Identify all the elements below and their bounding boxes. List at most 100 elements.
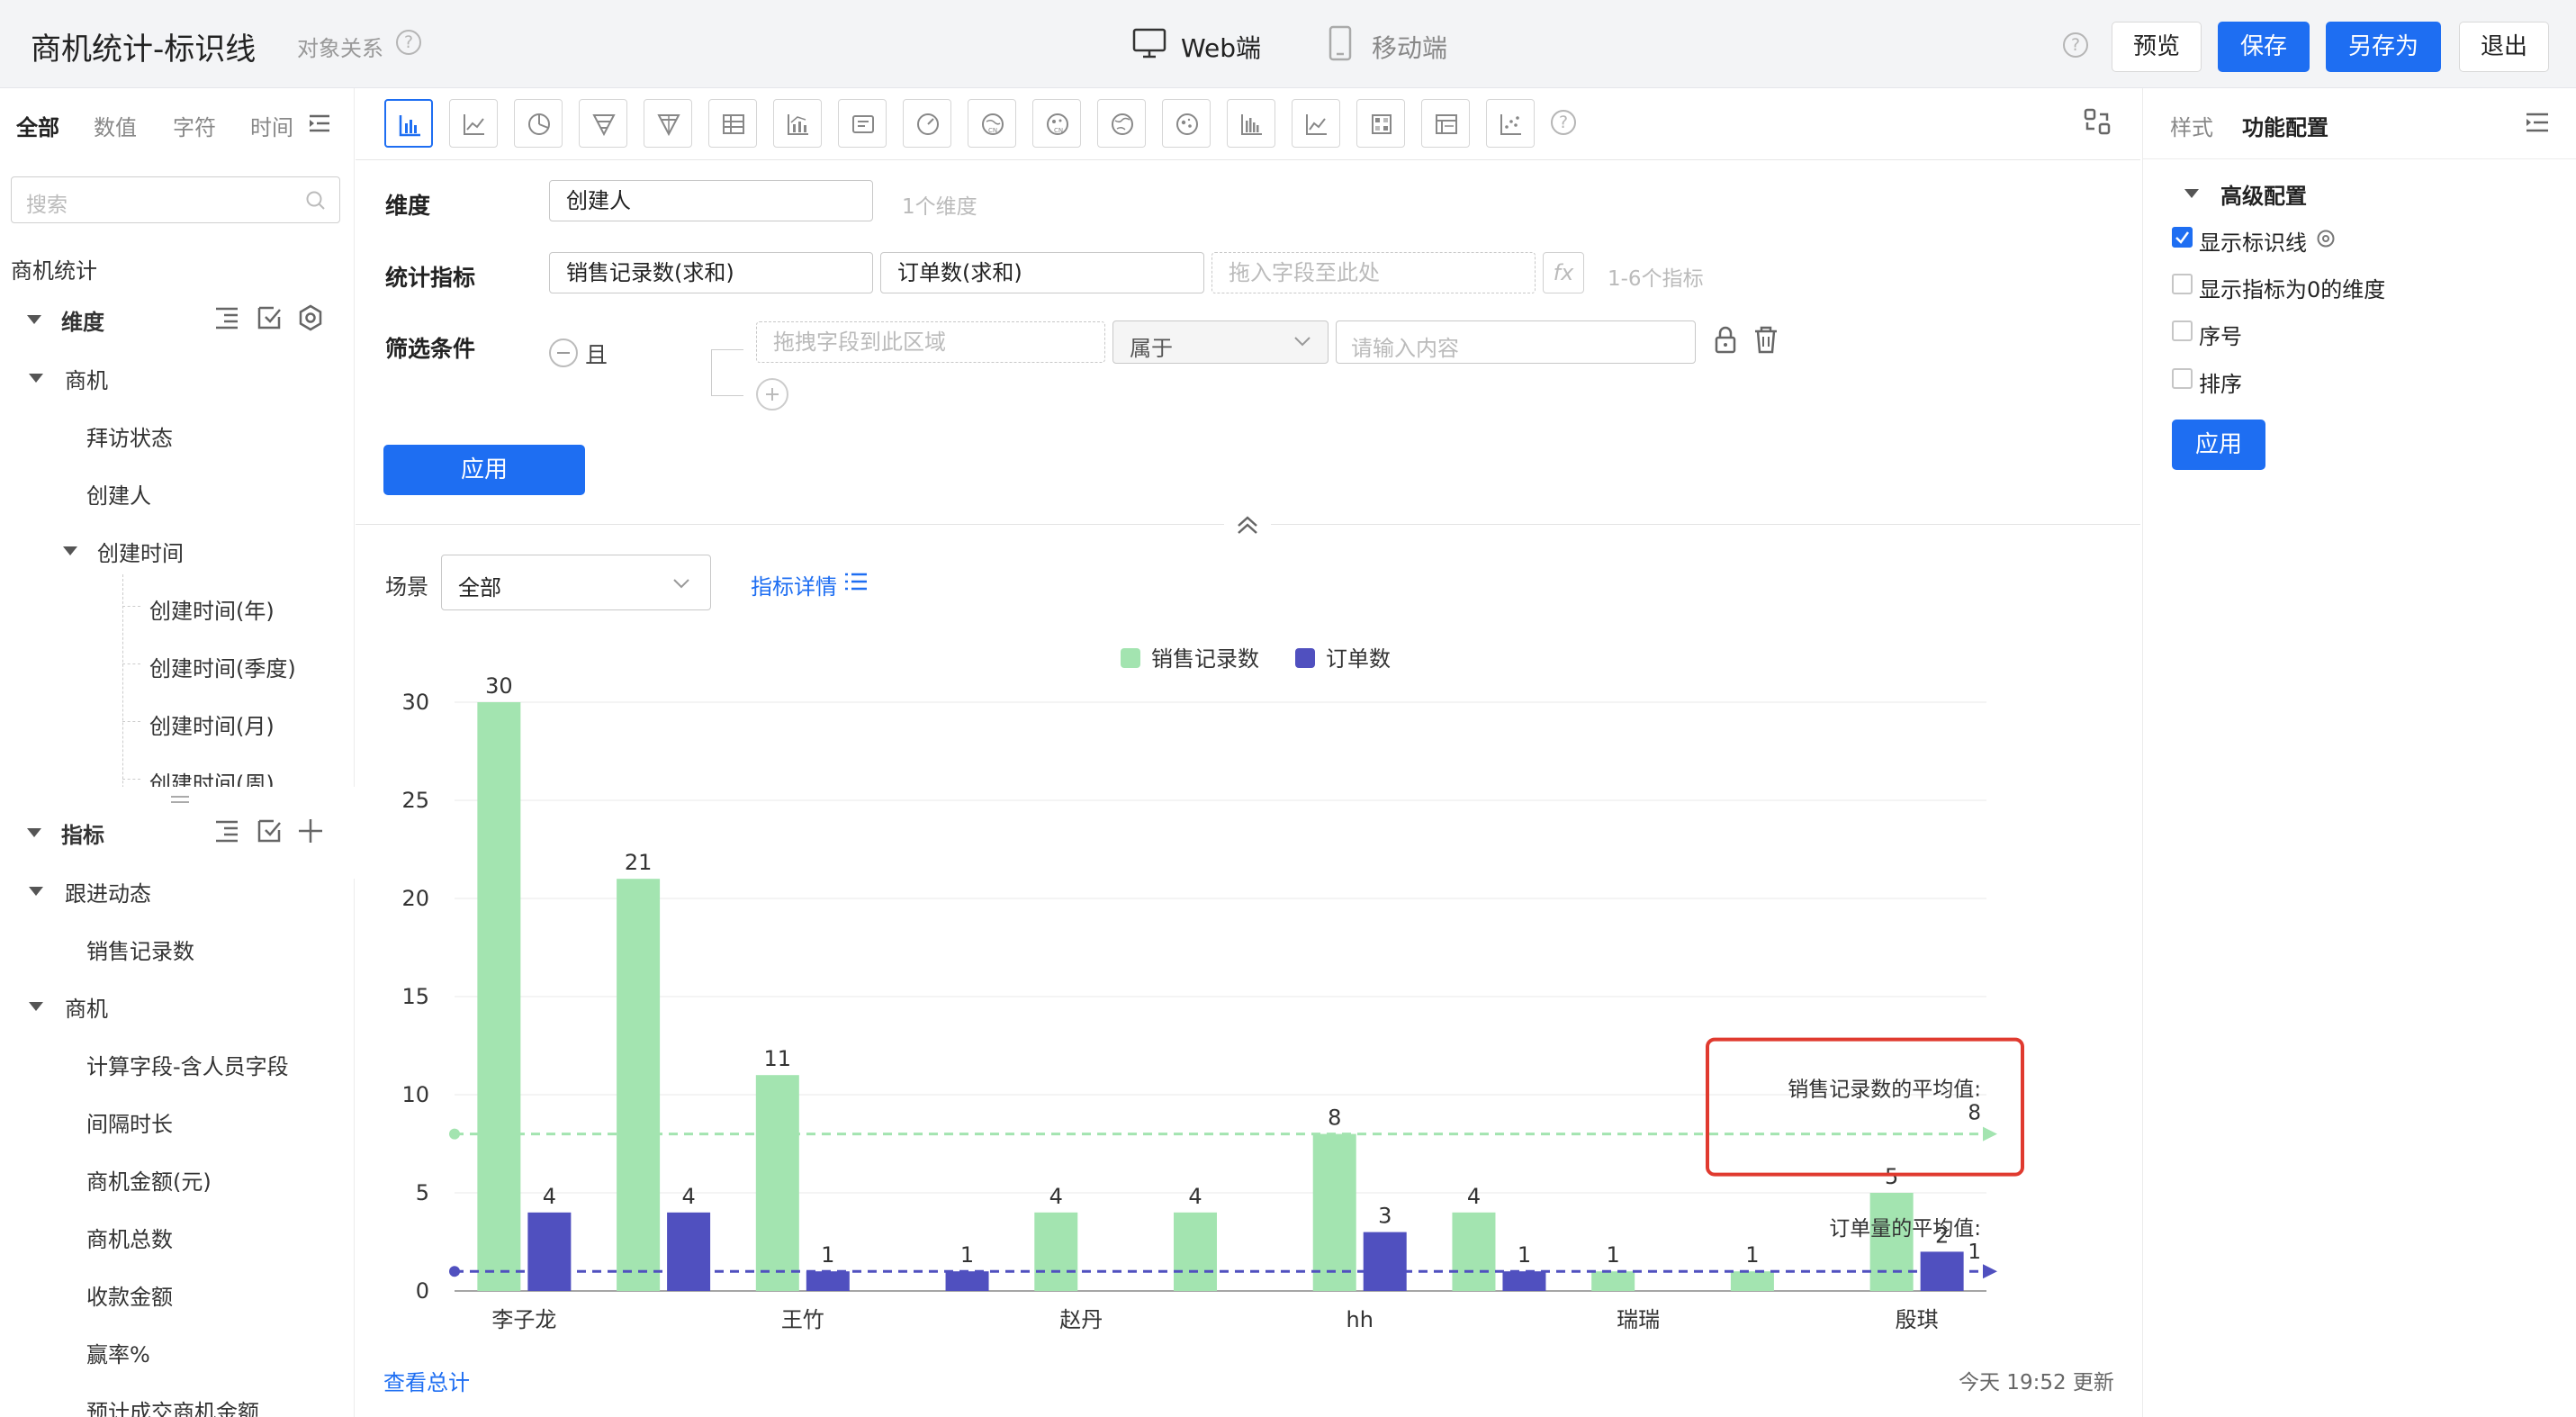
switch-layout-icon[interactable] [2084,108,2111,135]
bar-sales-records[interactable] [1174,1212,1217,1291]
field-item[interactable]: 销售记录数 [86,934,194,965]
field-item[interactable]: 拜访状态 [86,420,173,452]
checkbox-sort[interactable] [2172,368,2193,389]
area-chart-icon[interactable] [1292,99,1340,148]
legend-swatch[interactable] [1295,648,1315,668]
collapse-up-icon[interactable] [1224,511,1271,538]
collapse-caret-icon[interactable] [29,374,43,383]
remove-circle-icon[interactable] [549,338,578,367]
bar-sales-records[interactable] [1312,1133,1356,1291]
preview-button[interactable]: 预览 [2112,22,2202,72]
tab-number[interactable]: 数值 [94,110,137,141]
panel-collapse-icon[interactable] [2525,112,2550,133]
collapse-caret-icon[interactable] [29,887,43,896]
lock-icon[interactable] [1714,326,1737,355]
gauge-icon[interactable] [903,99,951,148]
add-filter-icon[interactable] [756,378,788,411]
collapse-caret-icon[interactable] [27,828,41,837]
bar-sales-records[interactable] [1452,1212,1496,1291]
tab-function-config[interactable]: 功能配置 [2242,110,2328,141]
settings-gear-icon[interactable] [2316,229,2336,248]
table-icon[interactable] [708,99,757,148]
delete-icon[interactable] [1753,326,1779,355]
legend-label[interactable]: 销售记录数 [1151,646,1259,672]
collapse-caret-icon[interactable] [27,315,41,324]
bar-orders[interactable] [1363,1232,1407,1291]
filter-logic[interactable]: 且 [585,338,608,370]
list-collapse-icon[interactable] [308,113,331,133]
metric-field[interactable]: 销售记录数(求和) [549,252,873,293]
field-item[interactable]: 创建时间(年) [149,593,275,625]
field-item[interactable]: 计算字段-含人员字段 [86,1049,289,1080]
bar-sales-records[interactable] [1591,1271,1635,1291]
object-relation-link[interactable]: 对象关系 [297,31,383,62]
bar-orders[interactable] [945,1271,989,1291]
scatter-chart-icon[interactable] [1486,99,1535,148]
field-item[interactable]: 赢率% [86,1337,150,1368]
bar-orders[interactable] [806,1271,850,1291]
formula-button[interactable]: fx [1543,252,1584,293]
bar-sales-records[interactable] [755,1075,799,1291]
detail-table-icon[interactable] [1421,99,1470,148]
field-item[interactable]: 创建时间(月) [149,708,275,740]
settings-icon[interactable] [297,304,324,331]
save-as-button[interactable]: 另存为 [2326,22,2441,72]
filter-field-drop[interactable]: 拖拽字段到此区域 [756,321,1105,363]
batch-edit-icon[interactable] [256,304,283,331]
mobile-platform-tab[interactable]: 移动端 [1372,29,1447,65]
funnel-chart-icon[interactable] [579,99,627,148]
bar-orders[interactable] [667,1212,711,1291]
checkbox-serial-number[interactable] [2172,320,2193,341]
apply-button[interactable]: 应用 [383,445,585,495]
help-icon-2[interactable]: ? [2063,32,2088,58]
dimension-field[interactable]: 创建人 [549,180,873,221]
view-total-link[interactable]: 查看总计 [383,1365,470,1396]
filter-value-input[interactable]: 请输入内容 [1336,320,1696,364]
help-icon[interactable]: ? [396,30,421,55]
field-item[interactable]: 收款金额 [86,1279,173,1311]
combo-chart-icon[interactable] [773,99,822,148]
histogram-icon[interactable] [1227,99,1275,148]
field-item[interactable]: 创建时间(季度) [149,651,296,682]
batch-edit-icon[interactable] [256,817,283,844]
field-search[interactable]: 搜索 [11,176,340,223]
collapse-caret-icon[interactable] [29,1002,43,1011]
tab-all[interactable]: 全部 [16,110,59,141]
metric-field[interactable]: 订单数(求和) [880,252,1204,293]
bar-orders[interactable] [1502,1271,1546,1291]
list-icon[interactable] [844,571,868,592]
add-icon[interactable] [297,817,324,844]
exit-button[interactable]: 退出 [2459,22,2549,72]
scene-select[interactable]: 全部 [441,555,711,610]
bar-sales-records[interactable] [1869,1193,1914,1291]
field-item[interactable]: 创建人 [86,478,151,510]
legend-label[interactable]: 订单数 [1326,646,1391,672]
tab-style[interactable]: 样式 [2170,110,2213,141]
checkbox-show-zero-dimension[interactable] [2172,274,2193,294]
world-bubble-map-icon[interactable] [1162,99,1211,148]
indicator-card-icon[interactable] [838,99,887,148]
china-bubble-map-icon[interactable]: CN [1032,99,1081,148]
funnel-compare-icon[interactable] [644,99,692,148]
tab-string[interactable]: 字符 [173,110,216,141]
line-chart-icon[interactable] [449,99,498,148]
heatmap-icon[interactable] [1356,99,1405,148]
checkbox-show-reference-line[interactable] [2172,227,2193,248]
chart-help-icon[interactable]: ? [1551,110,1576,135]
settings-apply-button[interactable]: 应用 [2172,420,2265,470]
collapse-caret-icon[interactable] [63,546,77,555]
bar-chart-icon[interactable] [384,99,433,148]
world-map-icon[interactable] [1097,99,1146,148]
bar-sales-records[interactable] [1034,1212,1078,1291]
field-item[interactable]: 间隔时长 [86,1106,173,1138]
collapse-caret-icon[interactable] [2184,189,2199,198]
indent-icon[interactable] [214,306,239,329]
field-item[interactable]: 商机总数 [86,1222,173,1253]
filter-operator-select[interactable]: 属于 [1112,320,1329,364]
metric-detail-link[interactable]: 指标详情 [751,569,837,600]
bar-sales-records[interactable] [1730,1271,1774,1291]
pie-chart-icon[interactable] [514,99,563,148]
legend-swatch[interactable] [1121,648,1140,668]
indent-icon[interactable] [214,819,239,843]
china-map-icon[interactable]: CN [968,99,1016,148]
